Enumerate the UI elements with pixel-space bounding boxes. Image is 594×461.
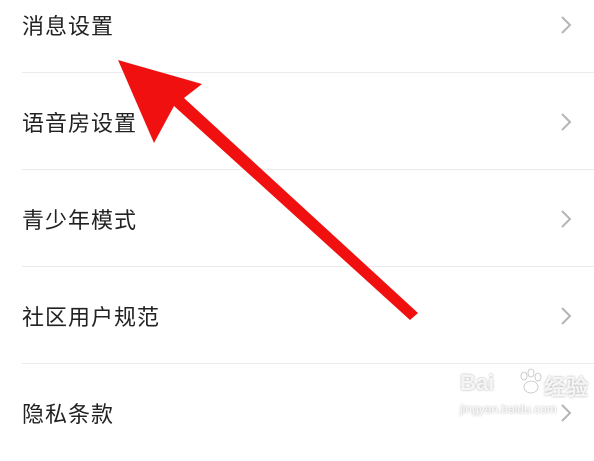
settings-item-label: 社区用户规范 bbox=[22, 305, 161, 331]
settings-item-label: 隐私条款 bbox=[22, 402, 115, 428]
settings-item-label: 青少年模式 bbox=[22, 208, 138, 234]
settings-item-label: 消息设置 bbox=[22, 14, 115, 40]
chevron-right-icon bbox=[561, 15, 572, 34]
chevron-right-icon bbox=[561, 306, 572, 325]
watermark-brand-right: 经验 bbox=[544, 375, 589, 400]
settings-item-teen-mode[interactable]: 青少年模式 bbox=[0, 170, 594, 267]
settings-item-message[interactable]: 消息设置 bbox=[0, 0, 594, 73]
baidu-jingyan-watermark: Bai 经验 jingyan.baidu.com bbox=[458, 368, 588, 428]
chevron-right-icon bbox=[561, 209, 572, 228]
baidu-paw-icon bbox=[520, 368, 542, 394]
watermark-url: jingyan.baidu.com bbox=[460, 402, 557, 416]
settings-item-label: 语音房设置 bbox=[22, 111, 138, 137]
watermark-brand-left: Bai bbox=[460, 370, 495, 395]
chevron-right-icon bbox=[561, 112, 572, 131]
settings-item-community-rules[interactable]: 社区用户规范 bbox=[0, 267, 594, 364]
settings-item-voice-room[interactable]: 语音房设置 bbox=[0, 73, 594, 170]
